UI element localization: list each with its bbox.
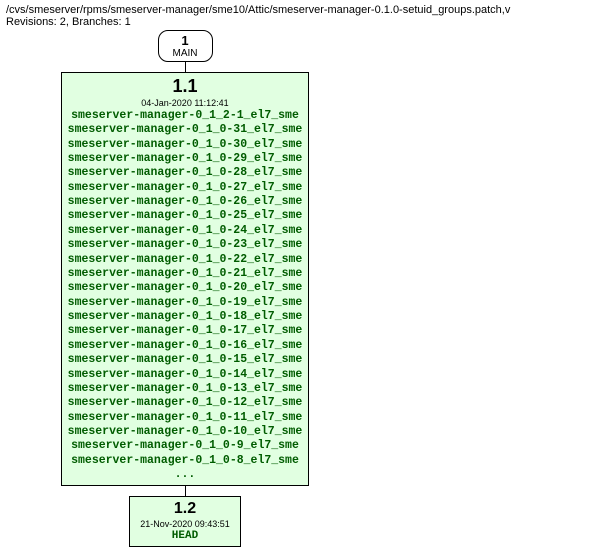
tag-label: smeserver-manager-0_1_0-14_el7_sme <box>68 368 303 382</box>
tag-label: smeserver-manager-0_1_0-13_el7_sme <box>68 382 303 396</box>
page-header: /cvs/smeserver/rpms/smeserver-manager/sm… <box>0 0 590 30</box>
tag-label: smeserver-manager-0_1_0-26_el7_sme <box>68 195 303 209</box>
tag-label: smeserver-manager-0_1_0-9_el7_sme <box>68 439 303 453</box>
tag-label: smeserver-manager-0_1_0-30_el7_sme <box>68 138 303 152</box>
revision-graph: 1 MAIN 1.1 04-Jan-2020 11:12:41 smeserve… <box>0 30 590 547</box>
tag-label: smeserver-manager-0_1_0-31_el7_sme <box>68 123 303 137</box>
branch-name: MAIN <box>173 48 198 59</box>
tag-label: smeserver-manager-0_1_0-28_el7_sme <box>68 166 303 180</box>
revision-number: 1.1 <box>68 75 303 98</box>
tag-label: smeserver-manager-0_1_0-27_el7_sme <box>68 181 303 195</box>
tag-label: smeserver-manager-0_1_0-19_el7_sme <box>68 296 303 310</box>
revision-node-1-2[interactable]: 1.2 21-Nov-2020 09:43:51 HEAD <box>129 496 241 547</box>
tag-label: smeserver-manager-0_1_0-11_el7_sme <box>68 411 303 425</box>
tag-label: smeserver-manager-0_1_0-17_el7_sme <box>68 324 303 338</box>
tag-label: smeserver-manager-0_1_0-10_el7_sme <box>68 425 303 439</box>
tag-label: smeserver-manager-0_1_0-18_el7_sme <box>68 310 303 324</box>
tag-label: smeserver-manager-0_1_0-8_el7_sme <box>68 454 303 468</box>
tag-label: smeserver-manager-0_1_0-20_el7_sme <box>68 281 303 295</box>
tag-label: smeserver-manager-0_1_2-1_el7_sme <box>68 109 303 123</box>
repo-path: /cvs/smeserver/rpms/smeserver-manager/sm… <box>6 4 584 16</box>
tag-label: smeserver-manager-0_1_0-12_el7_sme <box>68 396 303 410</box>
tag-label: smeserver-manager-0_1_0-23_el7_sme <box>68 238 303 252</box>
tag-list: smeserver-manager-0_1_2-1_el7_smesmeserv… <box>68 109 303 468</box>
branch-node-main[interactable]: 1 MAIN <box>158 30 213 62</box>
tag-ellipsis: ... <box>68 468 303 482</box>
tag-label: smeserver-manager-0_1_0-22_el7_sme <box>68 253 303 267</box>
revision-summary: Revisions: 2, Branches: 1 <box>6 16 584 28</box>
revision-date: 21-Nov-2020 09:43:51 <box>140 519 230 530</box>
graph-edge <box>185 486 186 496</box>
tag-label: smeserver-manager-0_1_0-21_el7_sme <box>68 267 303 281</box>
head-label: HEAD <box>140 530 230 544</box>
revision-date: 04-Jan-2020 11:12:41 <box>68 98 303 109</box>
revision-number: 1.2 <box>140 499 230 519</box>
tag-label: smeserver-manager-0_1_0-24_el7_sme <box>68 224 303 238</box>
tag-label: smeserver-manager-0_1_0-15_el7_sme <box>68 353 303 367</box>
revision-node-1-1[interactable]: 1.1 04-Jan-2020 11:12:41 smeserver-manag… <box>61 72 310 486</box>
tag-label: smeserver-manager-0_1_0-25_el7_sme <box>68 209 303 223</box>
branch-number: 1 <box>173 33 198 48</box>
graph-edge <box>185 62 186 72</box>
tag-label: smeserver-manager-0_1_0-16_el7_sme <box>68 339 303 353</box>
tag-label: smeserver-manager-0_1_0-29_el7_sme <box>68 152 303 166</box>
